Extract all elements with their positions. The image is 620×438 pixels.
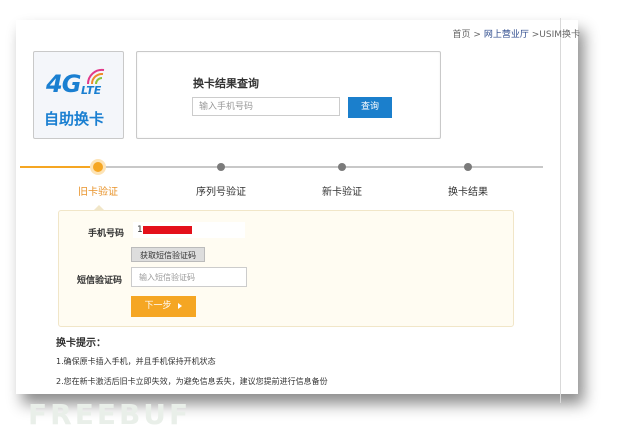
sms-code-label: 短信验证码 xyxy=(77,276,123,286)
step-3-label: 新卡验证 xyxy=(322,187,362,198)
form-pointer xyxy=(93,205,105,211)
step-4-label: 换卡结果 xyxy=(448,187,488,198)
logo-lte: LTE xyxy=(81,84,102,97)
tips-title: 换卡提示： xyxy=(56,338,106,349)
query-phone-input[interactable]: 输入手机号码 xyxy=(192,97,340,116)
right-divider xyxy=(560,18,561,403)
query-title: 换卡结果查询 xyxy=(193,77,259,90)
sms-code-input[interactable]: 输入短信验证码 xyxy=(131,267,247,287)
form-panel xyxy=(58,210,514,327)
step-4-dot xyxy=(464,163,472,171)
step-2-label: 序列号验证 xyxy=(196,187,246,198)
step-3-dot xyxy=(338,163,346,171)
watermark: FREEBUF xyxy=(28,398,192,431)
breadcrumb-section[interactable]: 网上营业厅 xyxy=(484,30,529,40)
query-panel: 换卡结果查询 输入手机号码 查询 xyxy=(136,51,441,139)
phone-redaction xyxy=(143,226,192,234)
next-step-button[interactable]: 下一步 xyxy=(131,296,196,317)
logo-4g: 4G xyxy=(46,70,81,98)
logo: 4G LTE 自助换卡 xyxy=(33,51,124,139)
signal-icon xyxy=(86,68,105,85)
step-1-label: 旧卡验证 xyxy=(78,187,118,198)
next-step-label: 下一步 xyxy=(144,301,172,311)
step-1-dot xyxy=(93,162,103,172)
progress-fill xyxy=(20,166,98,168)
query-button[interactable]: 查询 xyxy=(348,97,392,118)
breadcrumb-separator: > xyxy=(473,30,481,40)
tip-item: 1.确保原卡插入手机，并且手机保持开机状态 xyxy=(56,357,216,366)
tip-item: 2.您在新卡激活后旧卡立即失效，为避免信息丢失，建议您提前进行信息备份 xyxy=(56,377,328,386)
breadcrumb-current: >USIM换卡 xyxy=(531,30,580,40)
get-sms-code-button[interactable]: 获取短信验证码 xyxy=(131,247,205,262)
step-2-dot xyxy=(217,163,225,171)
breadcrumb-home[interactable]: 首页 xyxy=(453,30,471,40)
phone-label: 手机号码 xyxy=(88,229,125,239)
logo-text: 自助换卡 xyxy=(44,110,105,128)
breadcrumb: 首页 > 网上营业厅 >USIM换卡 xyxy=(453,27,580,40)
caret-right-icon xyxy=(178,302,183,309)
